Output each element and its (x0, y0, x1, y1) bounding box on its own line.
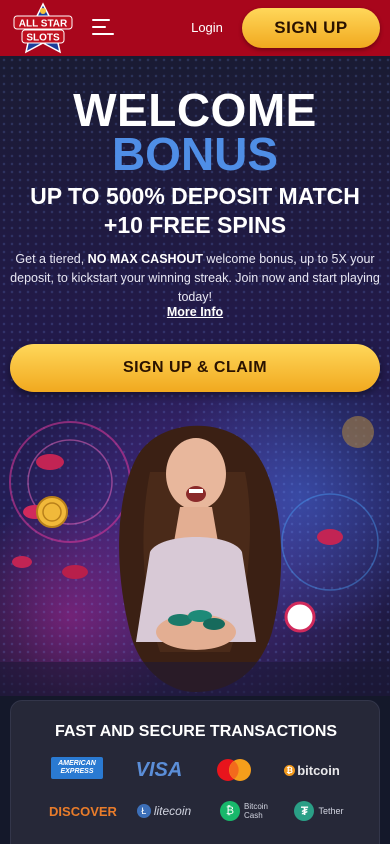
bitcoin-cash-label: Bitcoin Cash (244, 802, 268, 820)
litecoin-icon: Ł (136, 804, 151, 818)
login-link[interactable]: Login (186, 19, 228, 37)
welcome-bonus-hero: WELCOME BONUS UP TO 500% DEPOSIT MATCH +… (0, 56, 390, 696)
bitcoin-cash-logo: ₿ Bitcoin Cash (211, 798, 277, 824)
mastercard-icon (211, 757, 257, 783)
signup-claim-button[interactable]: SIGN UP & CLAIM (10, 344, 380, 392)
hero-title-welcome: WELCOME (73, 84, 317, 136)
more-info-link[interactable]: More Info (160, 305, 230, 319)
hero-title-bonus: BONUS (111, 128, 279, 180)
menu-hamburger-icon[interactable] (92, 17, 114, 37)
transactions-title: FAST AND SECURE TRANSACTIONS (54, 723, 338, 740)
svg-text:ALL STAR: ALL STAR (19, 19, 68, 30)
bch-line1: Bitcoin (243, 802, 268, 811)
tether-logo: ₮ Tether (289, 798, 349, 824)
hero-description: Get a tiered, NO MAX CASHOUT welcome bon… (10, 250, 380, 307)
bitcoin-logo: ₿ bitcoin (279, 757, 345, 783)
tether-label: Tether (318, 806, 344, 816)
transactions-card: FAST AND SECURE TRANSACTIONS AMERICAN EX… (10, 700, 380, 844)
all-star-slots-logo[interactable]: ALL STAR SLOTS (10, 2, 76, 56)
litecoin-logo: Ł litecoin (129, 798, 199, 824)
bitcoin-cash-icon: ₿ (219, 801, 240, 821)
bitcoin-icon: ₿ (284, 764, 296, 776)
desc-prefix: Get a tiered, (15, 252, 88, 266)
desc-bold: NO MAX CASHOUT (87, 252, 203, 266)
hero-subtitle: UP TO 500% DEPOSIT MATCH +10 FREE SPINS (30, 183, 360, 238)
litecoin-label: litecoin (153, 804, 192, 818)
site-header: ALL STAR SLOTS Login SIGN UP (0, 0, 390, 56)
amex-line1: AMERICAN (58, 760, 96, 767)
signup-button[interactable]: SIGN UP (242, 8, 380, 48)
discover-logo: DISCOVER (49, 803, 117, 819)
hero-woman-illustration (0, 416, 390, 696)
amex-line2: EXPRESS (60, 768, 94, 775)
svg-text:SLOTS: SLOTS (26, 33, 60, 44)
amex-logo: AMERICAN EXPRESS (51, 757, 103, 779)
tether-icon: ₮ (294, 801, 315, 821)
bch-line2: Cash (243, 811, 263, 820)
bitcoin-label: bitcoin (297, 762, 340, 778)
visa-logo: VISA (135, 758, 183, 781)
